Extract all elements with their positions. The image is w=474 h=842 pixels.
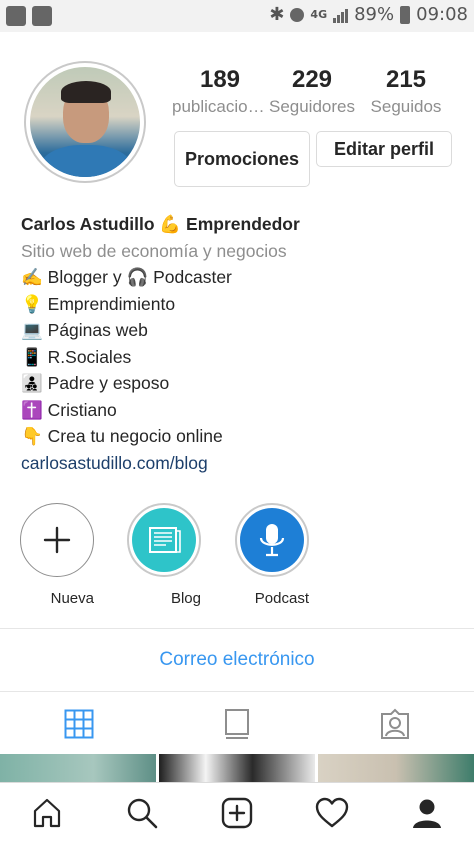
profile-icon: [413, 799, 441, 828]
alarm-icon: [290, 7, 305, 22]
edit-profile-button[interactable]: Editar perfil: [316, 131, 452, 167]
highlight-blog-circle: [127, 503, 201, 577]
signal-4g-icon: 4G: [310, 8, 328, 21]
divider: [0, 628, 474, 629]
tab-feed[interactable]: [220, 707, 254, 741]
feed-icon: [225, 709, 249, 739]
stat-following-label: Seguidos: [370, 97, 442, 116]
nav-search[interactable]: [124, 795, 160, 831]
signal-bars-icon: [333, 7, 349, 23]
bio-line: ✝️ Cristiano: [21, 399, 117, 420]
highlight-blog[interactable]: Blog: [127, 503, 201, 608]
clock: 09:08: [416, 4, 468, 25]
bio: Carlos Astudillo 💪 Emprendedor Sitio web…: [21, 211, 461, 476]
battery-icon: [400, 5, 411, 24]
email-button[interactable]: Correo electrónico: [0, 630, 474, 690]
bio-name: Carlos Astudillo 💪 Emprendedor: [21, 214, 300, 234]
heart-icon: [315, 797, 349, 828]
highlight-podcast-circle: [235, 503, 309, 577]
bio-link[interactable]: carlosastudillo.com/blog: [21, 450, 461, 477]
calendar-notification-icon: [32, 6, 52, 26]
stat-followers-label: Seguidores: [268, 97, 355, 116]
highlight-new-circle: [20, 503, 94, 577]
microphone-icon: [259, 524, 285, 557]
battery-percent: 89%: [354, 4, 395, 25]
search-icon: [127, 798, 158, 829]
bio-line: 💻 Páginas web: [21, 320, 148, 340]
stat-followers[interactable]: 229 Seguidores: [264, 66, 360, 120]
bio-line: 👇 Crea tu negocio online: [21, 426, 223, 446]
stat-posts-count: 189: [199, 66, 241, 93]
tab-grid[interactable]: [62, 707, 96, 741]
avatar: [30, 67, 140, 177]
stat-posts-label: publicaciones: [172, 97, 268, 116]
bio-category: Sitio web de economía y negocios: [21, 240, 287, 261]
status-bar: ✱ 4G 89% 09:08: [0, 0, 474, 32]
highlight-podcast[interactable]: Podcast: [235, 503, 309, 608]
bottom-nav: [0, 782, 474, 842]
post-thumbnail[interactable]: [318, 754, 474, 782]
post-grid: [0, 754, 474, 782]
profile-avatar[interactable]: [24, 61, 146, 183]
document-icon: [149, 527, 181, 553]
image-notification-icon: [6, 6, 26, 26]
bluetooth-icon: ✱: [269, 4, 285, 25]
highlight-blog-label: Blog: [170, 590, 201, 607]
nav-add-post[interactable]: [219, 795, 255, 831]
nav-home[interactable]: [29, 795, 65, 831]
highlight-new-label: Nueva: [50, 590, 94, 607]
status-left: [6, 6, 52, 26]
stat-followers-count: 229: [291, 66, 333, 93]
tagged-icon: [381, 708, 409, 739]
stat-posts[interactable]: 189 publicaciones: [172, 66, 268, 120]
stat-following[interactable]: 215 Seguidos: [358, 66, 454, 120]
divider: [0, 691, 474, 692]
post-thumbnail[interactable]: [0, 754, 156, 782]
bio-line: 💡 Emprendimiento: [21, 293, 176, 314]
profile-tabs: [0, 693, 474, 753]
status-right: ✱ 4G 89% 09:08: [269, 4, 468, 25]
grid-icon: [64, 709, 94, 739]
bio-line: 📱 R.Sociales: [21, 346, 132, 367]
post-thumbnail[interactable]: [159, 754, 315, 782]
plus-icon: [43, 526, 71, 554]
bio-line: ✍️ Blogger y 🎧 Podcaster: [21, 267, 232, 287]
add-post-icon: [221, 797, 253, 829]
promotions-button[interactable]: Promociones: [174, 131, 310, 187]
home-icon: [33, 798, 61, 828]
bio-line: 👨‍👧‍👦 Padre y esposo: [21, 373, 170, 393]
nav-activity[interactable]: [314, 795, 350, 831]
tab-tagged[interactable]: [378, 707, 412, 741]
highlight-new[interactable]: Nueva: [20, 503, 94, 608]
nav-profile[interactable]: [409, 795, 445, 831]
highlight-podcast-label: Podcast: [254, 590, 309, 607]
stat-following-count: 215: [385, 66, 427, 93]
